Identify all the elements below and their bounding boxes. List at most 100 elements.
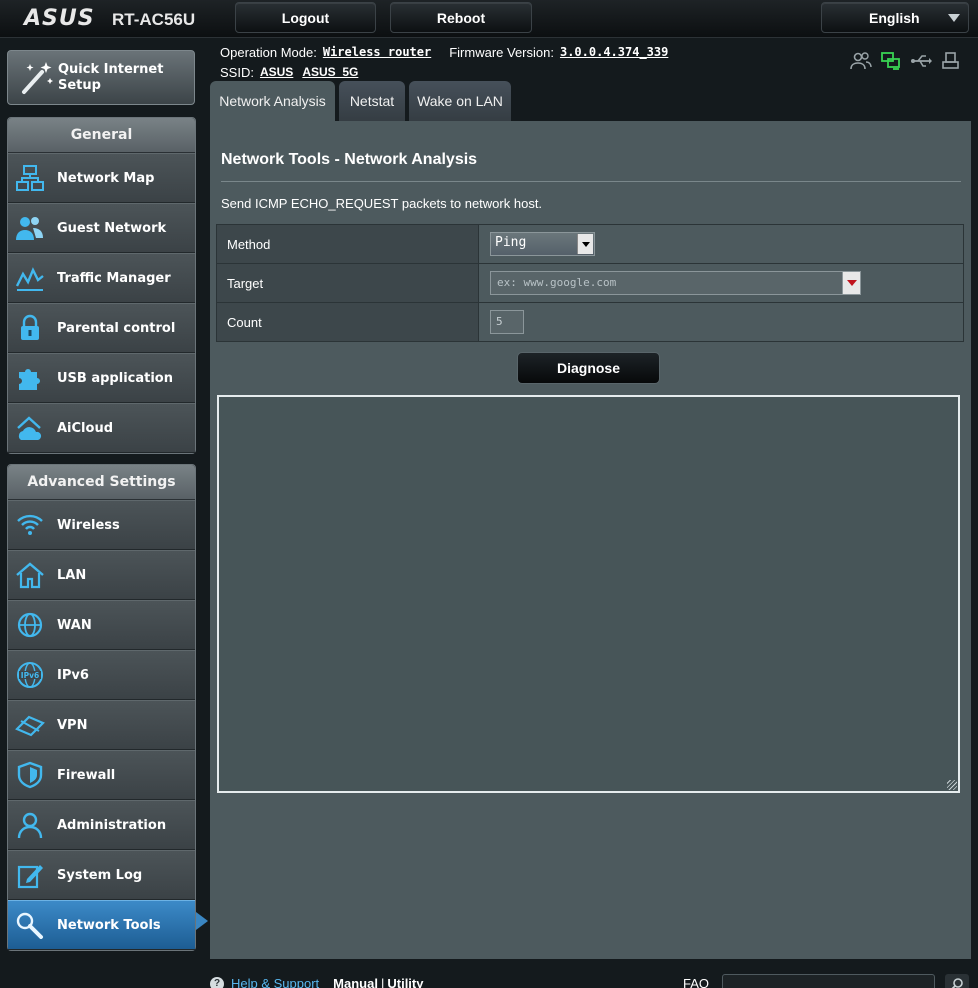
general-menu-title: General bbox=[8, 118, 195, 153]
faq-label: FAQ bbox=[683, 976, 710, 988]
wrench-icon bbox=[15, 910, 45, 940]
sidebar-item-guest-network[interactable]: Guest Network bbox=[8, 203, 195, 253]
utility-link[interactable]: Utility bbox=[387, 976, 423, 988]
sidebar-item-label: VPN bbox=[57, 717, 88, 733]
sidebar-item-network-map[interactable]: Network Map bbox=[8, 153, 195, 203]
sidebar-item-label: IPv6 bbox=[57, 667, 89, 683]
diagnose-button[interactable]: Diagnose bbox=[517, 352, 660, 384]
advanced-settings-title: Advanced Settings bbox=[8, 465, 195, 500]
target-label: Target bbox=[216, 263, 479, 303]
sidebar-item-parental-control[interactable]: Parental control bbox=[8, 303, 195, 353]
search-icon bbox=[951, 978, 963, 988]
ssid-label: SSID: bbox=[220, 64, 254, 80]
network-map-icon bbox=[15, 163, 45, 193]
table-row: Method Ping bbox=[216, 224, 964, 264]
main-panel: Network Tools - Network Analysis Send IC… bbox=[210, 121, 971, 959]
sidebar-item-label: USB application bbox=[57, 370, 173, 386]
sidebar-item-label: Guest Network bbox=[57, 220, 167, 236]
chevron-down-icon bbox=[948, 14, 960, 22]
sidebar-item-system-log[interactable]: System Log bbox=[8, 850, 195, 900]
language-select[interactable]: English bbox=[821, 2, 969, 33]
ipv6-globe-icon: IPv6 bbox=[15, 660, 45, 690]
method-value: Ping bbox=[495, 235, 527, 250]
tab-wake-on-lan[interactable]: Wake on LAN bbox=[409, 81, 511, 121]
tab-network-analysis[interactable]: Network Analysis bbox=[210, 81, 335, 121]
sidebar-item-label: Network Map bbox=[57, 170, 155, 186]
footer: ? Help & Support Manual | Utility FAQ bbox=[210, 974, 978, 988]
shield-icon bbox=[15, 760, 45, 790]
aicloud-icon bbox=[15, 413, 45, 443]
model-name: RT-AC56U bbox=[112, 10, 196, 29]
sidebar-item-label: Network Tools bbox=[57, 917, 161, 933]
target-input[interactable]: ex: www.google.com bbox=[490, 271, 861, 295]
logout-button[interactable]: Logout bbox=[235, 2, 376, 33]
table-row: Target ex: www.google.com bbox=[216, 263, 964, 303]
info-bar: Operation Mode: Wireless router Firmware… bbox=[220, 42, 668, 82]
diagnose-label: Diagnose bbox=[556, 360, 620, 376]
sidebar-item-firewall[interactable]: Firewall bbox=[8, 750, 195, 800]
traffic-chart-icon bbox=[15, 263, 45, 293]
wifi-icon bbox=[15, 510, 45, 540]
quick-internet-setup-button[interactable]: Quick Internet Setup bbox=[7, 50, 195, 105]
guest-network-icon bbox=[15, 213, 45, 243]
ssid-link-5g[interactable]: ASUS_5G bbox=[302, 65, 358, 79]
method-label: Method bbox=[216, 224, 479, 264]
resize-grip-icon[interactable] bbox=[947, 780, 957, 790]
general-menu: General Network Map Guest Network Traffi… bbox=[7, 117, 196, 454]
settings-table: Method Ping Target ex: www.google.com Co… bbox=[216, 224, 964, 342]
count-label: Count bbox=[216, 302, 479, 342]
sidebar-item-network-tools[interactable]: Network Tools bbox=[8, 900, 195, 950]
printer-icon[interactable] bbox=[940, 50, 962, 72]
chevron-down-icon bbox=[577, 234, 593, 254]
sidebar-item-lan[interactable]: LAN bbox=[8, 550, 195, 600]
globe-icon bbox=[15, 610, 45, 640]
puzzle-icon bbox=[15, 363, 45, 393]
svg-text:IPv6: IPv6 bbox=[21, 671, 39, 680]
sidebar-item-label: AiCloud bbox=[57, 420, 114, 436]
sidebar-item-wan[interactable]: WAN bbox=[8, 600, 195, 650]
sidebar-item-label: Parental control bbox=[57, 320, 176, 336]
target-dropdown-button[interactable] bbox=[842, 271, 861, 295]
lock-icon bbox=[15, 313, 45, 343]
manual-link[interactable]: Manual bbox=[333, 976, 378, 988]
reboot-button[interactable]: Reboot bbox=[390, 2, 532, 33]
ssid-link-24g[interactable]: ASUS bbox=[260, 65, 293, 79]
logout-label: Logout bbox=[281, 9, 330, 26]
sidebar-item-label: System Log bbox=[57, 867, 143, 883]
firmware-link[interactable]: 3.0.0.4.374_339 bbox=[560, 45, 668, 59]
firmware-label: Firmware Version: bbox=[449, 44, 554, 60]
quick-internet-setup-label: Quick Internet Setup bbox=[58, 61, 164, 93]
asus-logo: ASUS bbox=[24, 6, 95, 31]
help-support-link[interactable]: Help & Support bbox=[231, 976, 319, 988]
sidebar-item-ipv6[interactable]: IPv6 IPv6 bbox=[8, 650, 195, 700]
active-item-pointer bbox=[196, 912, 208, 930]
search-button[interactable] bbox=[945, 974, 969, 988]
sidebar-item-label: WAN bbox=[57, 617, 92, 633]
sidebar-item-label: Firewall bbox=[57, 767, 116, 783]
tab-netstat[interactable]: Netstat bbox=[339, 81, 405, 121]
sidebar-item-aicloud[interactable]: AiCloud bbox=[8, 403, 195, 453]
status-icons bbox=[850, 50, 962, 72]
sidebar-item-label: Traffic Manager bbox=[57, 270, 171, 286]
clients-icon[interactable] bbox=[850, 50, 872, 72]
sidebar-item-usb-application[interactable]: USB application bbox=[8, 353, 195, 403]
admin-user-icon bbox=[15, 810, 45, 840]
sidebar-item-wireless[interactable]: Wireless bbox=[8, 500, 195, 550]
home-icon bbox=[15, 560, 45, 590]
footer-separator: | bbox=[380, 976, 385, 988]
page-description: Send ICMP ECHO_REQUEST packets to networ… bbox=[221, 196, 543, 211]
sidebar-item-administration[interactable]: Administration bbox=[8, 800, 195, 850]
network-connected-icon[interactable] bbox=[880, 50, 902, 72]
count-input[interactable]: 5 bbox=[490, 310, 524, 334]
sidebar-item-traffic-manager[interactable]: Traffic Manager bbox=[8, 253, 195, 303]
page-title: Network Tools - Network Analysis bbox=[221, 151, 478, 168]
usb-icon[interactable] bbox=[910, 50, 932, 72]
sidebar-item-label: Wireless bbox=[57, 517, 120, 533]
method-select[interactable]: Ping bbox=[490, 232, 595, 256]
tab-label: Wake on LAN bbox=[417, 93, 503, 109]
advanced-settings-menu: Advanced Settings Wireless LAN WAN IPv6 … bbox=[7, 464, 196, 951]
sidebar-item-vpn[interactable]: VPN bbox=[8, 700, 195, 750]
faq-search-input[interactable] bbox=[722, 974, 935, 988]
operation-mode-link[interactable]: Wireless router bbox=[323, 45, 431, 59]
output-textarea[interactable] bbox=[217, 395, 960, 793]
